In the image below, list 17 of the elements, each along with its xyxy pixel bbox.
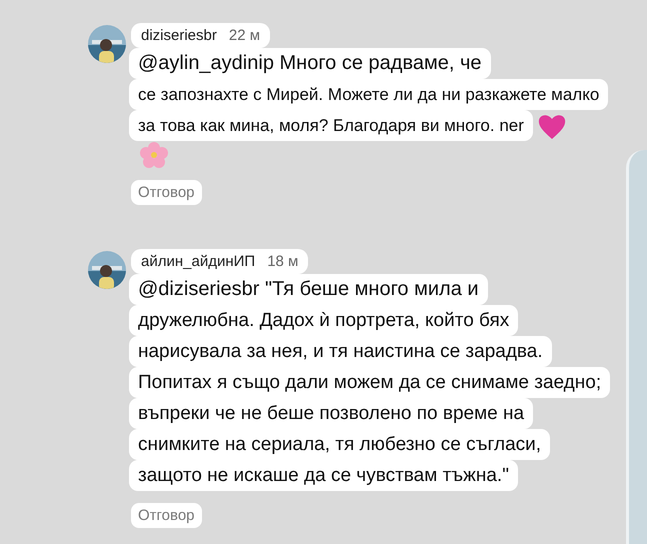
username[interactable]: айлин_айдинИП (141, 253, 256, 270)
comment-line: Попитах я също дали можем да се снимаме заедно; (129, 367, 610, 398)
reply-button[interactable]: Отговор (131, 503, 202, 528)
comment-line: дружелюбна. Дадох ѝ портрета, който бях (129, 305, 518, 336)
comment-line: за това как мина, моля? Благодаря ви много. ner (129, 110, 533, 141)
flower-icon (139, 141, 169, 169)
comment-line: се запознахте с Мирей. Можете ли да ни разкажете малко (129, 79, 608, 110)
username[interactable]: diziseriesbr (141, 27, 217, 44)
timestamp: 18 м (267, 253, 298, 270)
comment-line: нарисувала за нея, и тя наистина се зарадва. (129, 336, 552, 367)
reply-button[interactable]: Отговор (131, 180, 202, 205)
comment-line: @diziseriesbr "Тя беше много мила и (129, 274, 488, 305)
comment-line: въпреки че не беше позволено по време на (129, 398, 534, 429)
timestamp: 22 м (228, 27, 260, 44)
comment-line: защото не искаше да се чувствам тъжна." (129, 460, 518, 491)
comment-line: @aylin_aydinip Много се радваме, че (129, 48, 491, 79)
comment-line: снимките на сериала, тя любезно се съгласи, (129, 429, 550, 460)
